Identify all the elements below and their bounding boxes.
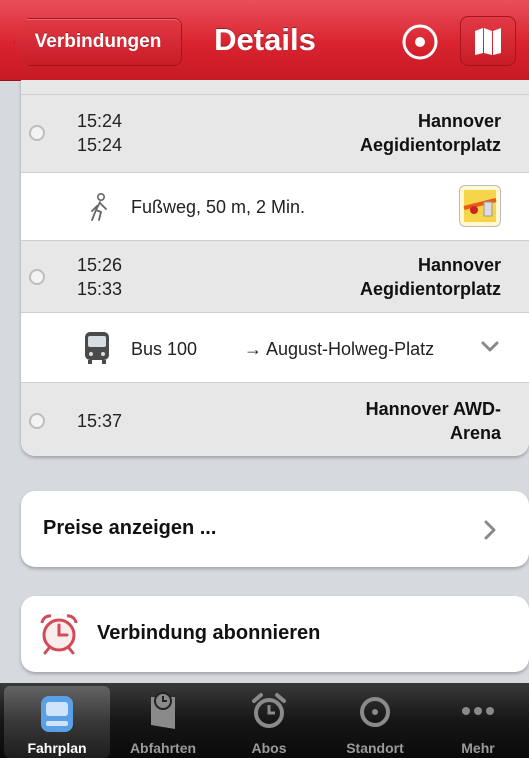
stop-dot [29,269,45,285]
tab-abfahrten[interactable]: Abfahrten [110,683,216,758]
page-title: Details [214,22,316,57]
arrival-time: 15:24 [77,111,123,131]
stop-name-line1: Hannover [417,255,501,275]
tab-bar: Fahrplan Abfahrten Abos Standort Mehr [0,683,529,758]
tab-standort[interactable]: Standort [322,683,428,758]
stop-row[interactable]: 15:26 15:33 Hannover Aegidientorplatz [21,240,529,313]
stop-times: 15:24 15:24 [77,109,122,157]
show-prices-label: Preise anzeigen ... [43,517,217,539]
tab-mehr[interactable]: Mehr [428,683,528,758]
walk-map-button[interactable] [459,185,501,227]
target-icon [402,24,438,60]
stop-row[interactable]: 15:37 Hannover AWD- Arena [21,382,529,456]
show-prices-button[interactable]: Preise anzeigen ... [21,491,529,567]
locate-icon [360,697,390,727]
departures-icon [151,692,175,729]
stop-name-line2: Aegidientorplatz [359,279,501,299]
chevron-right-icon [484,520,496,540]
bus-segment-row[interactable]: Bus 100 → August-Holweg-Platz [21,312,529,383]
pedestrian-icon [91,193,107,221]
map-button[interactable] [460,16,516,66]
departure-time: 15:33 [77,279,123,299]
walk-segment-row[interactable]: Fußweg, 50 m, 2 Min. [21,172,529,241]
stop-time: 15:37 [77,411,123,431]
stop-name: Hannover Aegidientorplatz [360,253,501,301]
stop-dot [29,413,45,429]
tab-label: Mehr [461,740,495,756]
stop-name-line2: Aegidientorplatz [359,135,501,155]
bus-line: Bus 100 [131,339,198,359]
tab-label: Fahrplan [27,740,87,756]
chevron-down-icon[interactable] [481,341,499,353]
stop-name-line1: Hannover AWD- [365,399,501,419]
navigation-bar: Verbindungen Details [0,0,529,81]
locate-button[interactable] [400,22,440,62]
arrival-time: 15:26 [77,255,123,275]
tab-label: Abos [251,740,287,756]
stop-name-line1: Hannover [417,111,501,131]
tab-label: Standort [346,740,404,756]
bus-icon [85,332,109,364]
tab-fahrplan[interactable]: Fahrplan [4,686,110,758]
previous-row-stub [21,80,529,94]
alarm-clock-icon [40,614,78,655]
tab-label: Abfahrten [129,740,197,756]
back-button-label: Verbindungen [34,31,162,52]
stop-name-line2: Arena [449,423,501,443]
walk-description: Fußweg, 50 m, 2 Min. [131,197,306,217]
tab-abos[interactable]: Abos [216,683,322,758]
stop-dot [29,125,45,141]
connection-details-card: 15:24 15:24 Hannover Aegidientorplatz Fu… [21,80,529,456]
map-icon [475,28,501,55]
alarm-clock-icon [252,693,286,728]
departure-time: 15:24 [77,135,123,155]
back-button[interactable]: Verbindungen [14,18,182,66]
subscribe-connection-label: Verbindung abonnieren [97,622,321,644]
train-icon [41,696,73,732]
bus-direction: → August-Holweg-Platz [244,339,435,359]
stop-times: 15:26 15:33 [77,253,122,301]
stop-name: Hannover AWD- Arena [366,397,501,445]
more-icon [462,707,494,715]
stop-name: Hannover Aegidientorplatz [360,109,501,157]
stop-row[interactable]: 15:24 15:24 Hannover Aegidientorplatz [21,94,529,173]
walk-map-icon [463,190,497,222]
subscribe-connection-button[interactable]: Verbindung abonnieren [21,596,529,672]
